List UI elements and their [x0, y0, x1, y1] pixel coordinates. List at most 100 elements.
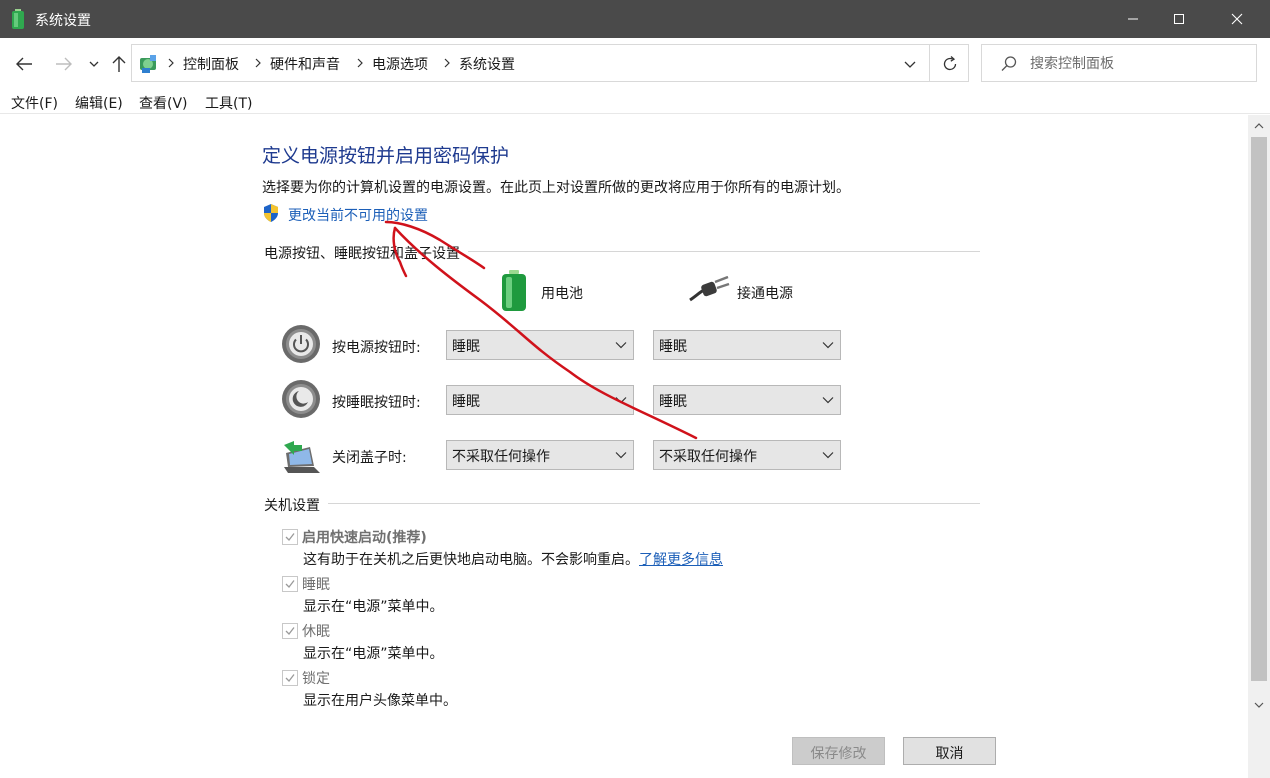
save-changes-button[interactable]: 保存修改 — [792, 737, 885, 765]
arrow-right-icon — [56, 57, 72, 71]
chevron-down-icon — [822, 397, 834, 404]
breadcrumb-control-panel[interactable]: 控制面板 — [183, 54, 239, 74]
power-button-battery-select[interactable]: 睡眠 — [446, 330, 634, 360]
battery-icon — [502, 270, 526, 311]
select-value: 睡眠 — [452, 339, 480, 355]
close-button[interactable] — [1214, 0, 1260, 38]
battery-app-icon — [12, 9, 24, 29]
sleep-button-plugged-select[interactable]: 睡眠 — [653, 385, 841, 415]
uac-shield-icon — [264, 204, 278, 222]
change-unavailable-settings-link[interactable]: 更改当前不可用的设置 — [288, 205, 428, 225]
plugged-in-column-header: 接通电源 — [737, 286, 793, 302]
power-button-label: 按电源按钮时: — [332, 340, 421, 356]
fast-startup-description-text: 这有助于在关机之后更快地启动电脑。不会影响重启。 — [303, 552, 639, 568]
checkmark-icon — [285, 533, 295, 541]
vertical-scrollbar[interactable] — [1248, 115, 1270, 778]
sleep-label: 睡眠 — [302, 577, 330, 593]
breadcrumb-separator-icon — [444, 58, 450, 68]
hibernate-checkbox[interactable] — [282, 623, 298, 639]
menu-tools[interactable]: 工具(T) — [205, 93, 252, 113]
menu-file[interactable]: 文件(F) — [11, 93, 58, 113]
title-bar: 系统设置 — [0, 0, 1270, 38]
up-button[interactable] — [107, 52, 131, 76]
page-description: 选择要为你的计算机设置的电源设置。在此页上对设置所做的更改将应用于你所有的电源计… — [262, 180, 850, 196]
chevron-down-icon — [904, 61, 916, 68]
sleep-checkbox[interactable] — [282, 576, 298, 592]
window-title: 系统设置 — [35, 13, 91, 29]
checkmark-icon — [285, 674, 295, 682]
address-history-dropdown[interactable] — [898, 53, 922, 75]
breadcrumb-system-settings[interactable]: 系统设置 — [459, 54, 515, 74]
fast-startup-description: 这有助于在关机之后更快地启动电脑。不会影响重启。了解更多信息 — [303, 549, 723, 569]
address-bar[interactable]: 控制面板 硬件和声音 电源选项 系统设置 — [131, 44, 969, 82]
minimize-icon — [1128, 18, 1138, 20]
power-plug-icon — [689, 276, 730, 302]
menu-view[interactable]: 查看(V) — [139, 93, 188, 113]
arrow-up-icon — [112, 56, 126, 72]
hibernate-label: 休眠 — [302, 624, 330, 640]
menu-bar: 文件(F) 编辑(E) 查看(V) 工具(T) — [0, 88, 1270, 114]
breadcrumb-separator-icon — [168, 58, 174, 68]
shutdown-group-title: 关机设置 — [264, 495, 328, 515]
power-button-plugged-select[interactable]: 睡眠 — [653, 330, 841, 360]
power-buttons-group-title: 电源按钮、睡眠按钮和盖子设置 — [264, 243, 468, 263]
battery-column-header: 用电池 — [541, 286, 583, 302]
control-panel-icon — [140, 55, 156, 73]
group-divider — [264, 503, 980, 504]
back-button[interactable] — [12, 52, 36, 76]
close-icon — [1231, 13, 1243, 25]
lid-close-plugged-select[interactable]: 不采取任何操作 — [653, 440, 841, 470]
recent-locations-button[interactable] — [82, 52, 106, 76]
breadcrumb-power-options[interactable]: 电源选项 — [372, 54, 428, 74]
forward-button[interactable] — [52, 52, 76, 76]
lock-checkbox[interactable] — [282, 670, 298, 686]
select-value: 睡眠 — [659, 339, 687, 355]
scroll-down-button[interactable] — [1248, 694, 1270, 716]
lid-close-label: 关闭盖子时: — [332, 450, 407, 466]
lid-close-battery-select[interactable]: 不采取任何操作 — [446, 440, 634, 470]
cancel-button[interactable]: 取消 — [903, 737, 996, 765]
sleep-description: 显示在“电源”菜单中。 — [303, 599, 444, 615]
scroll-up-button[interactable] — [1248, 115, 1270, 137]
main-content: 定义电源按钮并启用密码保护 选择要为你的计算机设置的电源设置。在此页上对设置所做… — [0, 115, 1248, 778]
chevron-up-icon — [1254, 123, 1264, 129]
chevron-down-icon — [615, 397, 627, 404]
sleep-button-battery-select[interactable]: 睡眠 — [446, 385, 634, 415]
sleep-button-label: 按睡眠按钮时: — [332, 395, 421, 411]
navigation-row: 控制面板 硬件和声音 电源选项 系统设置 — [0, 38, 1270, 88]
select-value: 不采取任何操作 — [659, 449, 757, 465]
select-value: 睡眠 — [452, 394, 480, 410]
lock-description: 显示在用户头像菜单中。 — [303, 693, 457, 709]
refresh-button[interactable] — [937, 53, 963, 75]
chevron-down-icon — [615, 452, 627, 459]
checkmark-icon — [285, 580, 295, 588]
arrow-left-icon — [16, 57, 32, 71]
chevron-down-icon — [1254, 702, 1264, 708]
select-value: 不采取任何操作 — [452, 449, 550, 465]
learn-more-link[interactable]: 了解更多信息 — [639, 552, 723, 568]
breadcrumb-hardware-sound[interactable]: 硬件和声音 — [270, 54, 340, 74]
power-button-icon — [282, 325, 320, 363]
fast-startup-checkbox[interactable] — [282, 529, 298, 545]
chevron-down-icon — [89, 61, 99, 67]
minimize-button[interactable] — [1110, 0, 1156, 38]
hibernate-description: 显示在“电源”菜单中。 — [303, 646, 444, 662]
select-value: 睡眠 — [659, 394, 687, 410]
page-title: 定义电源按钮并启用密码保护 — [262, 145, 510, 167]
fast-startup-label: 启用快速启动(推荐) — [302, 530, 427, 546]
checkmark-icon — [285, 627, 295, 635]
scroll-thumb[interactable] — [1251, 137, 1267, 681]
maximize-icon — [1174, 14, 1184, 24]
lock-label: 锁定 — [302, 671, 330, 687]
search-input[interactable] — [1030, 53, 1250, 75]
search-icon — [1001, 56, 1017, 71]
chevron-down-icon — [822, 342, 834, 349]
search-box[interactable] — [981, 44, 1257, 82]
menu-edit[interactable]: 编辑(E) — [75, 93, 123, 113]
laptop-lid-icon — [284, 441, 320, 473]
address-divider — [929, 45, 930, 81]
maximize-button[interactable] — [1156, 0, 1202, 38]
refresh-icon — [943, 56, 957, 71]
chevron-down-icon — [822, 452, 834, 459]
breadcrumb-separator-icon — [255, 58, 261, 68]
